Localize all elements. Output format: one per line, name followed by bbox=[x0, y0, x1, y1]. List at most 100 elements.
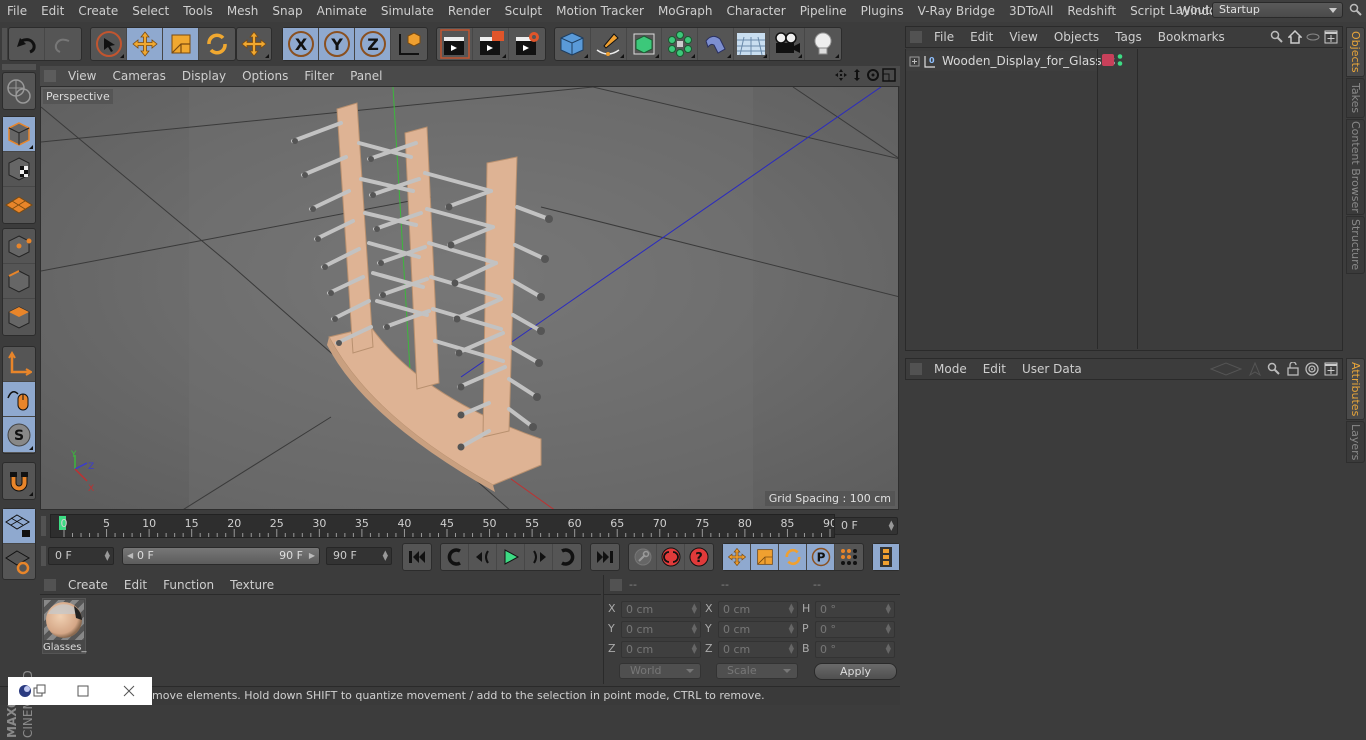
light-button[interactable] bbox=[805, 28, 841, 60]
playback-grip[interactable] bbox=[41, 546, 46, 566]
new-panel-icon[interactable] bbox=[1324, 30, 1338, 44]
keyframe-selection-button[interactable]: ? bbox=[685, 544, 713, 570]
coord-field[interactable]: 0 ° ▲ ▼ bbox=[815, 621, 895, 638]
go-to-end-button[interactable] bbox=[591, 544, 619, 570]
axis-mode-button[interactable] bbox=[3, 347, 35, 382]
maximize-view-icon[interactable] bbox=[882, 68, 896, 82]
material-menu-texture[interactable]: Texture bbox=[222, 578, 282, 592]
coord-field[interactable]: 0 cm ▲ ▼ bbox=[718, 621, 798, 638]
material-menu-edit[interactable]: Edit bbox=[116, 578, 155, 592]
polygons-mode-button[interactable] bbox=[3, 299, 35, 334]
lock-icon[interactable] bbox=[1286, 362, 1300, 376]
coord-field[interactable]: 0 cm ▲ ▼ bbox=[621, 601, 701, 618]
spin-arrows-icon[interactable]: ▲ ▼ bbox=[789, 643, 794, 655]
points-mode-button[interactable] bbox=[3, 229, 35, 264]
tab-objects[interactable]: Objects bbox=[1346, 27, 1365, 77]
object-row[interactable]: 0 Wooden_Display_for_Glasses bbox=[906, 51, 1115, 71]
om-menu-bookmarks[interactable]: Bookmarks bbox=[1150, 30, 1233, 44]
attribute-manager-grip[interactable] bbox=[910, 363, 922, 375]
viewport-grip[interactable] bbox=[44, 70, 56, 82]
viewport-menu-options[interactable]: Options bbox=[234, 69, 296, 83]
x-axis-lock-button[interactable]: X bbox=[283, 28, 319, 60]
tab-content-browser[interactable]: Content Browser bbox=[1346, 119, 1365, 215]
material-grip[interactable] bbox=[44, 578, 56, 591]
visibility-dots-icon[interactable] bbox=[1117, 53, 1123, 67]
up-arrow-icon[interactable] bbox=[1248, 362, 1262, 376]
pan-icon[interactable] bbox=[834, 68, 848, 82]
subdivision-surface-button[interactable] bbox=[627, 28, 663, 60]
render-view-button[interactable] bbox=[437, 28, 473, 60]
menu-create[interactable]: Create bbox=[71, 4, 125, 18]
record-keys-button[interactable] bbox=[629, 544, 657, 570]
target-icon[interactable] bbox=[1305, 362, 1319, 376]
workplane-mode-button[interactable] bbox=[3, 187, 35, 222]
toolbar-grip[interactable] bbox=[2, 28, 7, 60]
live-selection-button[interactable] bbox=[91, 28, 127, 60]
menu-pipeline[interactable]: Pipeline bbox=[793, 4, 854, 18]
camera-label[interactable]: Perspective bbox=[43, 89, 113, 104]
spin-arrows-icon[interactable]: ▲ ▼ bbox=[889, 520, 894, 532]
size-mode-dropdown[interactable]: Scale bbox=[716, 663, 798, 679]
coordinate-system-button[interactable] bbox=[391, 28, 427, 60]
next-keyframe-button[interactable] bbox=[553, 544, 581, 570]
am-menu-mode[interactable]: Mode bbox=[926, 362, 975, 376]
search-icon[interactable] bbox=[1349, 3, 1363, 17]
expand-icon[interactable] bbox=[909, 56, 920, 67]
menu-motion-tracker[interactable]: Motion Tracker bbox=[549, 4, 651, 18]
material-menu-create[interactable]: Create bbox=[60, 578, 116, 592]
menu-edit[interactable]: Edit bbox=[34, 4, 71, 18]
redo-button[interactable] bbox=[45, 28, 81, 60]
orbit-icon[interactable] bbox=[866, 68, 880, 82]
dolly-icon[interactable] bbox=[850, 68, 864, 82]
menu-mograph[interactable]: MoGraph bbox=[651, 4, 720, 18]
tab-structure[interactable]: Structure bbox=[1346, 216, 1365, 274]
cube-primitive-button[interactable] bbox=[555, 28, 591, 60]
coordinate-mode-dropdown[interactable]: World bbox=[619, 663, 701, 679]
render-to-picture-viewer-button[interactable] bbox=[473, 28, 509, 60]
menu-3dtoall[interactable]: 3DToAll bbox=[1002, 4, 1060, 18]
previous-frame-button[interactable] bbox=[469, 544, 497, 570]
play-button[interactable] bbox=[497, 544, 525, 570]
texture-mode-button[interactable] bbox=[3, 152, 35, 187]
recent-tool-button[interactable] bbox=[237, 28, 271, 60]
key-parameter-button[interactable]: P bbox=[807, 544, 835, 570]
spin-arrows-icon[interactable]: ▲ ▼ bbox=[886, 603, 891, 615]
menu-vray-bridge[interactable]: V-Ray Bridge bbox=[911, 4, 1002, 18]
previous-keyframe-button[interactable] bbox=[441, 544, 469, 570]
tab-layers[interactable]: Layers bbox=[1346, 421, 1365, 463]
menu-script[interactable]: Script bbox=[1123, 4, 1172, 18]
deformer-bend-button[interactable] bbox=[698, 28, 734, 60]
key-rotation-button[interactable] bbox=[779, 544, 807, 570]
apply-button[interactable]: Apply bbox=[814, 663, 897, 680]
maximize-icon[interactable] bbox=[77, 685, 89, 697]
new-panel-icon[interactable] bbox=[1324, 362, 1338, 376]
spin-arrows-icon[interactable]: ▲ ▼ bbox=[789, 623, 794, 635]
palette-grip[interactable] bbox=[2, 64, 36, 70]
spin-arrows-icon[interactable]: ▲ ▼ bbox=[105, 550, 110, 562]
om-menu-tags[interactable]: Tags bbox=[1107, 30, 1150, 44]
menu-redshift[interactable]: Redshift bbox=[1060, 4, 1123, 18]
tab-attributes[interactable]: Attributes bbox=[1346, 358, 1365, 420]
home-icon[interactable] bbox=[1288, 30, 1302, 44]
am-menu-edit[interactable]: Edit bbox=[975, 362, 1014, 376]
om-menu-view[interactable]: View bbox=[1001, 30, 1045, 44]
menu-simulate[interactable]: Simulate bbox=[374, 4, 441, 18]
tab-takes[interactable]: Takes bbox=[1346, 78, 1365, 118]
search-icon[interactable] bbox=[1267, 362, 1281, 376]
coord-field[interactable]: 0 cm ▲ ▼ bbox=[621, 641, 701, 658]
rotate-button[interactable] bbox=[199, 28, 235, 60]
viewport-menu-display[interactable]: Display bbox=[174, 69, 234, 83]
scale-button[interactable] bbox=[163, 28, 199, 60]
edges-mode-button[interactable] bbox=[3, 264, 35, 299]
z-axis-lock-button[interactable]: Z bbox=[355, 28, 391, 60]
spin-arrows-icon[interactable]: ▲ ▼ bbox=[886, 643, 891, 655]
camera-button[interactable] bbox=[770, 28, 806, 60]
object-name[interactable]: Wooden_Display_for_Glasses bbox=[942, 54, 1115, 68]
spin-arrows-icon[interactable]: ▲ ▼ bbox=[886, 623, 891, 635]
floor-scene-button[interactable] bbox=[734, 28, 770, 60]
coordinates-grip[interactable] bbox=[610, 579, 622, 591]
current-frame-field[interactable]: 0 F ▲ ▼ bbox=[834, 517, 898, 535]
range-left-arrow-icon[interactable]: ◀ bbox=[127, 548, 133, 564]
search-icon[interactable] bbox=[1270, 30, 1284, 44]
menu-plugins[interactable]: Plugins bbox=[854, 4, 911, 18]
